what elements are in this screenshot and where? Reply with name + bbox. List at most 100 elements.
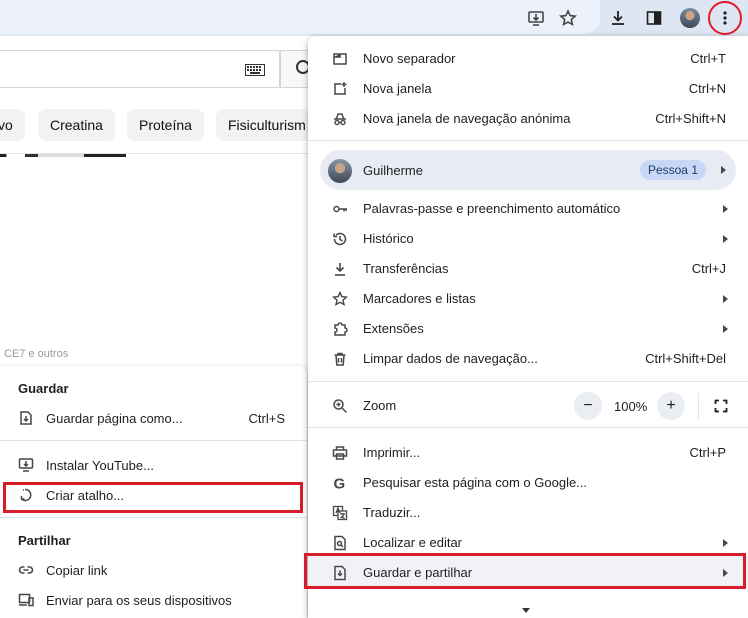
devices-icon xyxy=(18,592,34,608)
translate-icon xyxy=(332,505,348,521)
browser-toolbar xyxy=(0,0,748,36)
clear-data-item[interactable]: Limpar dados de navegação... Ctrl+Shift+… xyxy=(308,344,748,374)
puzzle-icon xyxy=(332,321,348,337)
new-window-icon xyxy=(332,81,348,97)
kebab-highlight-ring xyxy=(708,1,742,35)
zoom-in-button[interactable]: + xyxy=(657,392,685,420)
print-label: Imprimir... xyxy=(363,445,421,460)
link-icon xyxy=(18,562,34,578)
print-item[interactable]: Imprimir... Ctrl+P xyxy=(308,438,748,468)
send-devices-item[interactable]: Enviar para os seus dispositivos xyxy=(0,585,307,615)
submenu-divider xyxy=(0,440,307,441)
profile-name: Guilherme xyxy=(363,163,423,178)
chip-creatina[interactable]: Creatina xyxy=(38,109,115,141)
search-input[interactable] xyxy=(0,50,280,88)
send-devices-label: Enviar para os seus dispositivos xyxy=(46,592,232,608)
print-shortcut: Ctrl+P xyxy=(689,445,726,460)
download-icon xyxy=(332,261,348,277)
new-window-shortcut: Ctrl+N xyxy=(688,81,726,96)
chip-proteina[interactable]: Proteína xyxy=(127,109,204,141)
google-search-item[interactable]: G Pesquisar esta página com o Google... xyxy=(308,468,748,498)
key-icon xyxy=(332,201,348,217)
new-tab-shortcut: Ctrl+T xyxy=(690,51,726,66)
clear-data-label: Limpar dados de navegação... xyxy=(363,351,538,366)
find-edit-label: Localizar e editar xyxy=(363,535,462,550)
save-page-shortcut: Ctrl+S xyxy=(248,410,285,426)
chip-fisiculturismo[interactable]: Fisiculturism xyxy=(216,109,318,141)
save-page-icon xyxy=(18,410,34,426)
extensions-item[interactable]: Extensões xyxy=(308,314,748,344)
profile-avatar[interactable] xyxy=(677,5,703,31)
fullscreen-button[interactable] xyxy=(706,392,736,420)
new-tab-icon xyxy=(332,51,348,67)
chevron-right-icon xyxy=(723,205,728,213)
copy-link-item[interactable]: Copiar link xyxy=(0,555,307,585)
video-thumbnail-edge xyxy=(0,154,210,157)
new-tab-item[interactable]: Novo separador Ctrl+T xyxy=(308,44,748,74)
chevron-right-icon xyxy=(723,295,728,303)
incognito-label: Nova janela de navegação anónima xyxy=(363,111,571,126)
scroll-down-arrow-icon[interactable] xyxy=(522,608,530,613)
incognito-shortcut: Ctrl+Shift+N xyxy=(655,111,726,126)
zoom-divider xyxy=(698,393,699,419)
history-item[interactable]: Histórico xyxy=(308,224,748,254)
install-icon xyxy=(18,457,34,473)
chevron-right-icon xyxy=(723,539,728,547)
svg-text:G: G xyxy=(334,476,346,492)
download-icon[interactable] xyxy=(605,5,631,31)
bookmarks-label: Marcadores e listas xyxy=(363,291,476,306)
save-page-label: Guardar página como... xyxy=(46,410,183,426)
address-bar-area[interactable] xyxy=(0,0,600,34)
google-g-icon: G xyxy=(332,475,348,493)
chevron-right-icon xyxy=(723,235,728,243)
video-meta-text: CE7 e outros xyxy=(4,348,69,360)
zoom-out-button[interactable]: − xyxy=(574,392,602,420)
create-shortcut-highlight xyxy=(3,482,303,513)
zoom-value: 100% xyxy=(614,399,648,414)
copy-link-label: Copiar link xyxy=(46,562,108,578)
save-share-highlight xyxy=(304,553,746,589)
history-label: Histórico xyxy=(363,231,414,246)
install-youtube-label: Instalar YouTube... xyxy=(46,457,154,473)
passwords-label: Palavras-passe e preenchimento automátic… xyxy=(363,201,621,216)
zoom-icon xyxy=(332,398,348,414)
downloads-item[interactable]: Transferências Ctrl+J xyxy=(308,254,748,284)
menu-divider xyxy=(308,427,748,428)
side-panel-icon[interactable] xyxy=(641,5,667,31)
downloads-shortcut: Ctrl+J xyxy=(691,261,726,276)
google-search-label: Pesquisar esta página com o Google... xyxy=(363,475,588,490)
chevron-right-icon xyxy=(723,325,728,333)
downloads-label: Transferências xyxy=(363,261,449,276)
save-share-submenu: Guardar Guardar página como... Ctrl+S In… xyxy=(0,366,307,618)
incognito-item[interactable]: Nova janela de navegação anónima Ctrl+Sh… xyxy=(308,104,748,134)
star-icon xyxy=(331,290,349,307)
chrome-main-menu: Novo separador Ctrl+T Nova janela Ctrl+N… xyxy=(308,36,748,618)
history-icon xyxy=(332,231,348,247)
install-youtube-item[interactable]: Instalar YouTube... xyxy=(0,450,307,480)
new-window-item[interactable]: Nova janela Ctrl+N xyxy=(308,74,748,104)
translate-item[interactable]: Traduzir... xyxy=(308,498,748,528)
save-heading: Guardar xyxy=(18,381,69,396)
menu-divider xyxy=(308,381,748,382)
install-app-icon[interactable] xyxy=(523,5,549,31)
profile-avatar-large xyxy=(328,159,352,183)
incognito-icon xyxy=(332,111,348,127)
zoom-label: Zoom xyxy=(363,398,397,413)
keyboard-icon[interactable] xyxy=(245,64,265,76)
bookmarks-item[interactable]: Marcadores e listas xyxy=(308,284,748,314)
find-page-icon xyxy=(332,535,348,551)
save-page-as-item[interactable]: Guardar página como... Ctrl+S xyxy=(0,403,307,433)
chevron-right-icon xyxy=(721,166,726,174)
avatar xyxy=(680,8,700,28)
menu-divider xyxy=(308,140,748,141)
share-heading: Partilhar xyxy=(18,533,71,548)
passwords-item[interactable]: Palavras-passe e preenchimento automátic… xyxy=(308,194,748,224)
trash-icon xyxy=(332,351,348,367)
star-icon[interactable] xyxy=(555,5,581,31)
extensions-label: Extensões xyxy=(363,321,424,336)
profile-row[interactable]: Guilherme Pessoa 1 xyxy=(320,150,736,190)
chip-vo[interactable]: vo xyxy=(0,109,25,141)
fullscreen-icon xyxy=(714,399,728,413)
printer-icon xyxy=(332,445,348,461)
clear-data-shortcut: Ctrl+Shift+Del xyxy=(645,351,726,366)
